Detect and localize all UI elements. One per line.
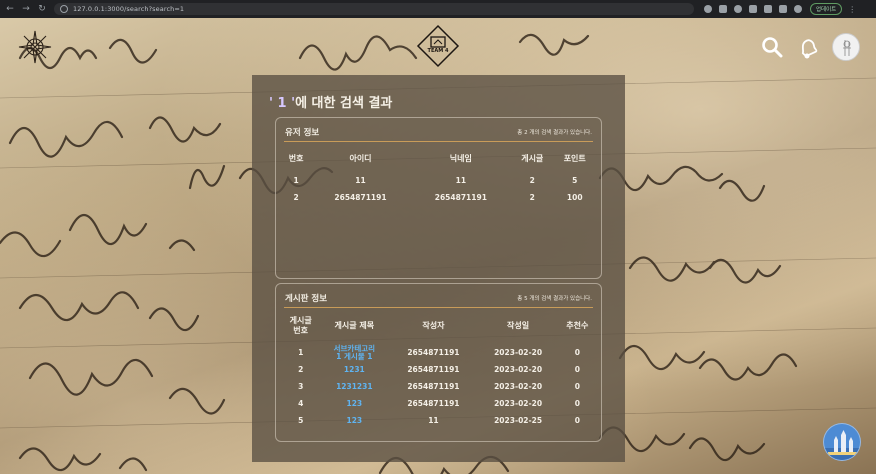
section-divider [284, 307, 593, 308]
post-date: 2023-02-25 [494, 415, 543, 425]
col-posts: 게시글 [521, 153, 544, 163]
col-author: 작성자 [422, 321, 445, 330]
search-icon[interactable] [761, 36, 783, 58]
user-points: 5 [572, 176, 578, 185]
user-info-section: 유저 정보 총 2 개의 검색 결과가 있습니다. 번호 아이디 닉네임 게시글… [275, 117, 602, 279]
user-table: 번호 아이디 닉네임 게시글 포인트 1 11 11 2 5 2 2654871… [282, 150, 596, 206]
bookmark-star-icon[interactable] [734, 5, 742, 13]
user-number: 1 [293, 176, 299, 185]
user-id[interactable]: 11 [310, 172, 410, 189]
table-row[interactable]: 1 11 11 2 5 [282, 172, 596, 189]
team4-logo[interactable]: TEAM 4 [416, 24, 460, 68]
chrome-menu-icon[interactable]: ⋮ [848, 5, 856, 14]
post-result-count: 총 5 개의 검색 결과가 있습니다. [517, 296, 592, 302]
col-date: 작성일 [507, 321, 530, 330]
google-icon[interactable] [704, 5, 712, 13]
post-likes: 0 [574, 398, 580, 408]
team4-logo-text: TEAM 4 [427, 48, 449, 54]
post-title-link[interactable]: 1231 [319, 361, 389, 378]
compass-logo-icon[interactable] [18, 30, 52, 64]
board-info-title: 게시판 정보 [285, 294, 328, 304]
table-row[interactable]: 1 서브카테고리 1 게시물 1 2654871191 2023-02-20 0 [282, 344, 596, 361]
page-title: ' 1 '에 대한 검색 결과 [269, 92, 392, 111]
section-divider [284, 141, 593, 142]
table-row[interactable]: 2 1231 2654871191 2023-02-20 0 [282, 361, 596, 378]
user-result-count: 총 2 개의 검색 결과가 있습니다. [517, 130, 592, 136]
floating-chat-button[interactable] [823, 423, 861, 461]
user-nickname: 11 [455, 176, 467, 185]
post-likes: 0 [574, 347, 580, 357]
forward-icon[interactable]: → [20, 2, 32, 16]
post-author: 2654871191 [407, 347, 460, 357]
share-icon[interactable] [719, 5, 727, 13]
user-id[interactable]: 2654871191 [310, 189, 410, 206]
user-nickname: 2654871191 [434, 193, 487, 202]
back-icon[interactable]: ← [4, 2, 16, 16]
post-likes: 0 [574, 381, 580, 391]
post-number: 3 [298, 381, 304, 391]
bell-icon[interactable] [796, 35, 820, 59]
post-likes: 0 [574, 415, 580, 425]
post-date: 2023-02-20 [494, 398, 543, 408]
user-table-header: 번호 아이디 닉네임 게시글 포인트 [282, 150, 596, 166]
team4-logo-icon [416, 24, 460, 68]
post-author: 2654871191 [407, 398, 460, 408]
post-number: 4 [298, 398, 304, 408]
table-row[interactable]: 3 1231231 2654871191 2023-02-20 0 [282, 378, 596, 395]
post-title-link[interactable]: 123 [319, 412, 389, 429]
user-avatar[interactable] [832, 33, 860, 61]
board-info-section: 게시판 정보 총 5 개의 검색 결과가 있습니다. 게시글 번호 게시글 제목… [275, 283, 602, 442]
table-row[interactable]: 5 123 11 2023-02-25 0 [282, 412, 596, 429]
table-row[interactable]: 2 2654871191 2654871191 2 100 [282, 189, 596, 206]
site-info-icon[interactable] [60, 5, 68, 13]
user-post-count: 2 [529, 176, 535, 185]
user-info-title: 유저 정보 [285, 128, 320, 138]
post-table: 게시글 번호 게시글 제목 작성자 작성일 추천수 1 서브카테고리 1 게시물… [282, 314, 596, 429]
post-table-header: 게시글 번호 게시글 제목 작성자 작성일 추천수 [282, 314, 596, 338]
profile-icon[interactable] [794, 5, 802, 13]
post-date: 2023-02-20 [494, 364, 543, 374]
col-likes: 추천수 [566, 321, 589, 330]
post-title-link[interactable]: 1231231 [319, 378, 389, 395]
post-author: 2654871191 [407, 364, 460, 374]
post-number: 5 [298, 415, 304, 425]
post-author: 2654871191 [407, 381, 460, 391]
col-number: 번호 [288, 153, 304, 163]
user-post-count: 2 [529, 193, 535, 202]
page-title-text: 에 대한 검색 결과 [295, 96, 393, 111]
user-points: 100 [566, 193, 583, 202]
update-button[interactable]: 업데이트 [810, 3, 843, 15]
col-points: 포인트 [563, 153, 586, 163]
search-results-panel: ' 1 '에 대한 검색 결과 유저 정보 총 2 개의 검색 결과가 있습니다… [252, 75, 625, 462]
extension-icon[interactable] [749, 5, 757, 13]
post-author: 11 [428, 415, 439, 425]
search-query: ' 1 ' [269, 96, 296, 111]
browser-toolbar: ← → ↻ 127.0.0.1:3000/search?search=1 업데이… [0, 0, 876, 18]
side-panel-icon[interactable] [779, 5, 787, 13]
post-title-link[interactable]: 서브카테고리 1 게시물 1 [319, 344, 389, 361]
post-number: 2 [298, 364, 304, 374]
post-date: 2023-02-20 [494, 381, 543, 391]
post-title-link[interactable]: 123 [319, 395, 389, 412]
post-number: 1 [298, 347, 304, 357]
post-date: 2023-02-20 [494, 347, 543, 357]
post-likes: 0 [574, 364, 580, 374]
reload-icon[interactable]: ↻ [36, 2, 48, 16]
table-row[interactable]: 4 123 2654871191 2023-02-20 0 [282, 395, 596, 412]
extensions-puzzle-icon[interactable] [764, 5, 772, 13]
col-post-title: 게시글 제목 [334, 321, 375, 330]
col-nickname: 닉네임 [449, 153, 472, 163]
col-post-number: 게시글 번호 [289, 316, 312, 335]
user-number: 2 [293, 193, 299, 202]
col-id: 아이디 [349, 153, 372, 163]
address-bar[interactable]: 127.0.0.1:3000/search?search=1 [54, 3, 694, 15]
address-url[interactable]: 127.0.0.1:3000/search?search=1 [73, 5, 184, 13]
